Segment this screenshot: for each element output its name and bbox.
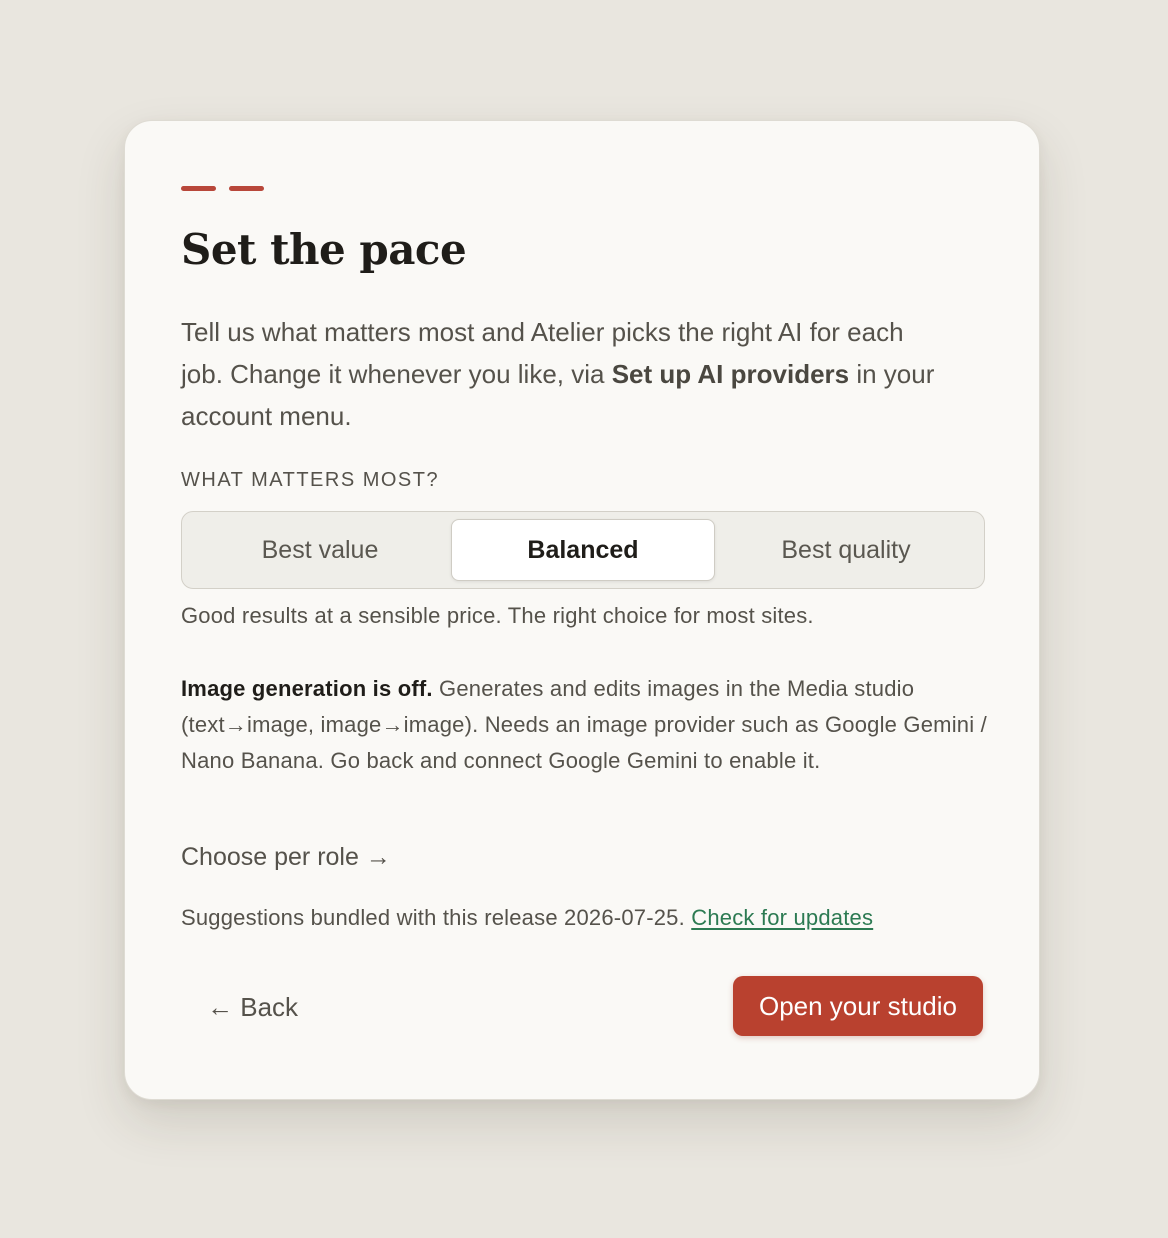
suggestions-text: Suggestions bundled with this release 20…: [181, 905, 692, 930]
open-studio-button[interactable]: Open your studio: [732, 976, 983, 1036]
notice-heading: Image generation is off.: [181, 676, 433, 701]
option-best-quality[interactable]: Best quality: [715, 519, 977, 581]
section-label: WHAT MATTERS MOST?: [181, 469, 440, 491]
option-balanced[interactable]: Balanced: [451, 519, 715, 581]
back-button[interactable]: ← Back: [195, 977, 310, 1037]
choose-per-role-link[interactable]: Choose per role →: [181, 843, 391, 872]
suggestions-note: Suggestions bundled with this release 20…: [181, 905, 873, 931]
option-hint: Good results at a sensible price. The ri…: [181, 603, 814, 628]
image-generation-notice: Image generation is off. Generates and e…: [181, 671, 989, 779]
intro-text: Tell us what matters most and Atelier pi…: [181, 311, 951, 437]
step-mark-2: [229, 186, 264, 191]
priority-segmented-control: Best value Balanced Best quality: [181, 511, 985, 589]
ai-providers-reference: Set up AI providers: [611, 359, 850, 389]
dialog-title: Set the pace: [181, 225, 467, 274]
step-indicator: [181, 186, 264, 191]
option-best-value[interactable]: Best value: [189, 519, 451, 581]
step-mark-1: [181, 186, 216, 191]
check-for-updates-link[interactable]: Check for updates: [691, 905, 873, 930]
setup-dialog: Set the pace Tell us what matters most a…: [124, 120, 1040, 1100]
